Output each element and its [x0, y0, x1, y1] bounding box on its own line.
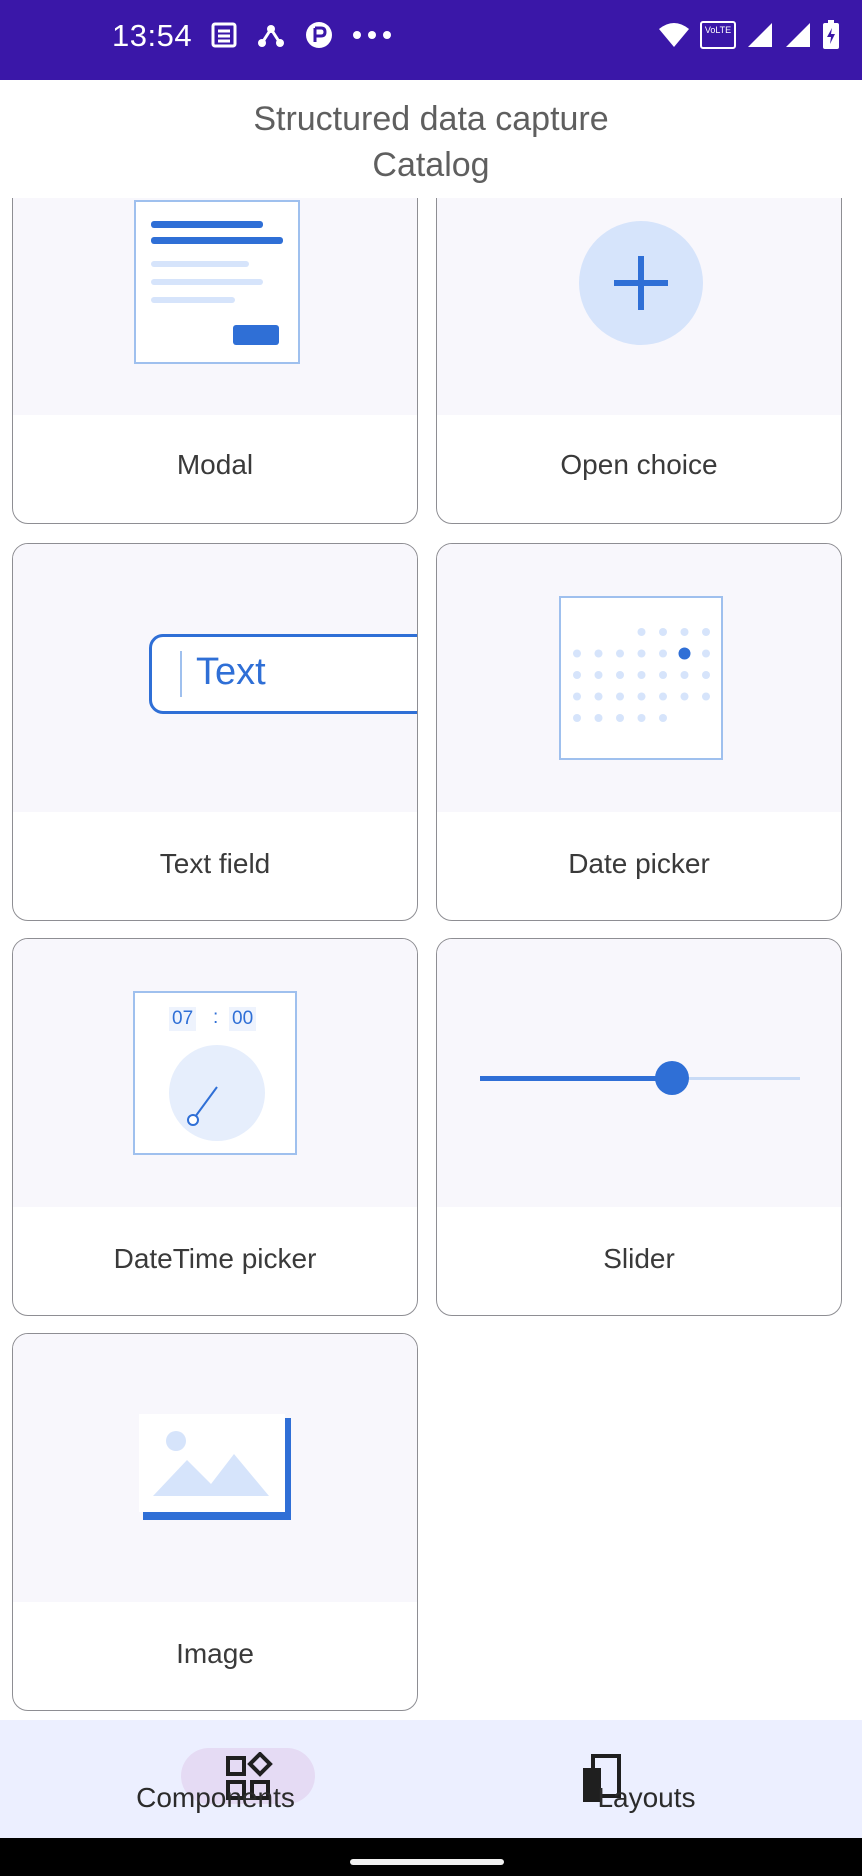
volte-icon: VoLTE: [700, 21, 736, 49]
date-dot: [616, 714, 624, 722]
signal-icon: [748, 23, 772, 47]
nav-label-components: Components: [136, 1782, 295, 1813]
card-preview: [13, 1334, 417, 1602]
card-label: DateTime picker: [113, 1243, 317, 1274]
card-preview: [437, 939, 841, 1207]
date-dot: [680, 692, 689, 701]
home-gesture-handle[interactable]: [350, 1859, 504, 1865]
date-dot: [637, 649, 646, 658]
date-dot: [702, 649, 710, 658]
card-label: Text field: [159, 848, 271, 879]
card-open-choice[interactable]: Open choice: [436, 198, 842, 524]
app-bar: Structured data capture Catalog: [0, 80, 862, 198]
network-icon: [258, 25, 284, 47]
card-text-field[interactable]: Text Text field: [12, 543, 418, 921]
date-dot: [702, 671, 710, 679]
date-dot: [594, 714, 603, 722]
modal-illustration: [134, 200, 300, 364]
news-icon: [211, 22, 237, 48]
wifi-icon: [659, 23, 689, 47]
clock-face-icon: [169, 1045, 265, 1141]
date-selected-dot: [678, 647, 691, 660]
catalog-grid[interactable]: Modal Open choice Text Text field Date p…: [0, 198, 862, 1720]
date-dot: [573, 671, 581, 679]
gesture-bar: [0, 1838, 862, 1876]
nav-item-components[interactable]: Components: [0, 1720, 431, 1838]
nav-item-layouts[interactable]: Layouts: [431, 1720, 862, 1838]
date-dot: [594, 692, 603, 701]
card-label: Modal: [176, 449, 254, 480]
date-dot: [659, 692, 667, 701]
date-dot: [594, 671, 603, 679]
date-dot: [573, 692, 581, 701]
date-dot: [659, 714, 667, 722]
date-dot: [659, 671, 667, 679]
slider-active-track: [480, 1076, 672, 1081]
status-bar: 13:54 VoLTE: [0, 0, 862, 80]
card-preview: Text: [13, 544, 417, 812]
time-minutes: 00: [229, 1007, 257, 1031]
page-title-line1: Structured data capture: [253, 100, 609, 138]
more-dots-icon: [353, 31, 391, 39]
page-title: Structured data capture Catalog: [0, 96, 862, 188]
card-modal[interactable]: Modal: [12, 198, 418, 524]
text-field-illustration: Text: [149, 634, 417, 714]
signal-icon: [786, 23, 810, 47]
date-dot: [659, 649, 667, 658]
time-hours: 07: [169, 1007, 197, 1031]
date-picker-illustration: [559, 596, 723, 760]
slider-illustration: [480, 1059, 800, 1099]
date-dot: [573, 649, 581, 658]
card-image[interactable]: Image: [12, 1333, 418, 1711]
image-illustration: [139, 1414, 291, 1520]
card-label: Date picker: [568, 848, 710, 879]
text-cursor: [180, 651, 182, 697]
battery-icon: [823, 20, 839, 49]
text-field-preview-text: Text: [196, 651, 266, 693]
date-dot: [702, 692, 710, 701]
card-date-picker[interactable]: Date picker: [436, 543, 842, 921]
clock-illustration: 07 : 00: [133, 991, 297, 1155]
nav-label-layouts: Layouts: [597, 1782, 696, 1813]
card-slider[interactable]: Slider: [436, 938, 842, 1316]
date-dot: [637, 628, 646, 636]
card-label: Image: [176, 1638, 254, 1669]
date-dot: [573, 714, 581, 722]
date-dot: [680, 628, 689, 636]
page-title-line2: Catalog: [372, 146, 490, 184]
date-dot: [616, 649, 624, 658]
app-icon: [306, 22, 332, 48]
date-dot: [637, 671, 646, 679]
date-dot: [637, 714, 646, 722]
date-dot: [594, 649, 603, 658]
card-preview: [437, 544, 841, 812]
card-preview: [437, 198, 841, 415]
card-preview: 07 : 00: [13, 939, 417, 1207]
volte-text: VoLTE: [704, 25, 732, 35]
date-dot: [616, 692, 624, 701]
date-dot: [659, 628, 667, 636]
bottom-navigation: Components Layouts: [0, 1720, 862, 1838]
date-dot: [637, 692, 646, 701]
date-dot: [616, 671, 624, 679]
date-dot: [702, 628, 710, 636]
card-preview: [13, 198, 417, 415]
time-separator: :: [213, 1007, 219, 1028]
card-label: Open choice: [560, 449, 718, 480]
slider-thumb: [655, 1061, 689, 1095]
plus-icon: [579, 221, 703, 345]
date-dot: [680, 671, 689, 679]
status-time: 13:54: [112, 18, 193, 53]
card-label: Slider: [603, 1243, 675, 1274]
card-datetime-picker[interactable]: 07 : 00 DateTime picker: [12, 938, 418, 1316]
